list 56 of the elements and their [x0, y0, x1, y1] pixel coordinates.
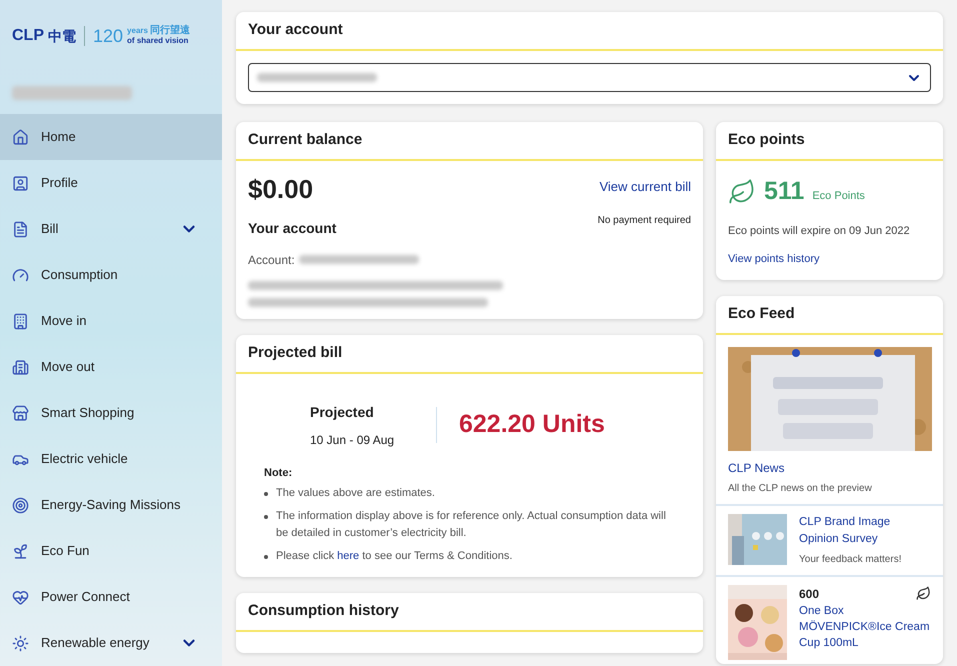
leaf-icon: [728, 178, 756, 206]
sidebar-item[interactable]: Electric vehicle: [0, 436, 222, 482]
card-title: Current balance: [248, 130, 362, 150]
gauge-icon: [12, 266, 29, 284]
sidebar-item[interactable]: Bill: [0, 206, 222, 252]
bullet-icon: [264, 515, 268, 519]
sidebar-item[interactable]: Move in: [0, 298, 222, 344]
points-history-link[interactable]: View points history: [728, 251, 931, 268]
projected-label: Projected: [310, 402, 375, 422]
note-text: The values above are estimates.: [276, 486, 435, 501]
card-title: Your account: [248, 20, 343, 40]
balance-amount: $0.00: [248, 173, 314, 206]
projected-period: 10 Jun - 09 Aug: [310, 432, 396, 448]
store-icon: [12, 404, 29, 422]
sidebar-item[interactable]: Power Connect: [0, 574, 222, 620]
sidebar-item[interactable]: Profile: [0, 160, 222, 206]
card-title: Projected bill: [248, 342, 342, 363]
feed-item[interactable]: 600 One Box MÖVENPICK®Ice Cream Cup 100mL: [716, 576, 943, 664]
sidebar-item[interactable]: Energy-Saving Missions: [0, 482, 222, 528]
sidebar-item[interactable]: Home: [0, 114, 222, 160]
sidebar-item[interactable]: Smart Shopping: [0, 390, 222, 436]
note-text: Please click here to see our Terms & Conditions.: [276, 549, 512, 564]
sidebar-item[interactable]: Eco Fun: [0, 528, 222, 574]
sidebar-item[interactable]: Move out: [0, 344, 222, 390]
expiry-text: Eco points will expire on 09 Jun 2022: [728, 224, 911, 238]
sidebar-item[interactable]: Consumption: [0, 252, 222, 298]
bullet-icon: [264, 555, 268, 559]
points-unit: Eco Points: [812, 188, 865, 204]
bullet-icon: [264, 492, 268, 496]
account-label: Account:: [248, 252, 295, 268]
target-icon: [12, 496, 29, 514]
feed-item[interactable]: CLP Brand Image Opinion Survey Your feedback matters!: [716, 506, 943, 576]
card-title: Consumption history: [248, 601, 399, 622]
points-value: 511: [764, 176, 804, 207]
feed-item[interactable]: CLP News All the CLP news on the preview: [716, 334, 943, 506]
heart-icon: [12, 588, 29, 606]
building-icon: [12, 312, 29, 330]
note-text: The information display above is for reference only. Actual consumption data will be detailed in customer’s electricity bill.: [276, 509, 667, 541]
logo: CLP 中電: [12, 26, 76, 46]
leaf-icon: [916, 586, 931, 601]
document-icon: [12, 220, 29, 238]
house-icon: [12, 128, 29, 146]
card-title: Eco Feed: [728, 304, 795, 324]
profile-icon: [12, 174, 29, 192]
building-icon: [12, 358, 29, 376]
view-bill-link[interactable]: View current bill: [599, 177, 691, 196]
section-heading: Your account: [248, 218, 338, 238]
projected-units: 622.20 Units: [459, 409, 605, 440]
terms-link[interactable]: here: [337, 550, 360, 562]
sidebar-item[interactable]: Renewable energy: [0, 620, 222, 666]
sun-icon: [12, 634, 29, 652]
note-heading: Note:: [264, 466, 294, 480]
sprout-icon: [12, 542, 29, 560]
payment-status: No payment required: [598, 214, 691, 228]
card-title: Eco points: [728, 130, 805, 150]
account-select[interactable]: [248, 63, 931, 92]
